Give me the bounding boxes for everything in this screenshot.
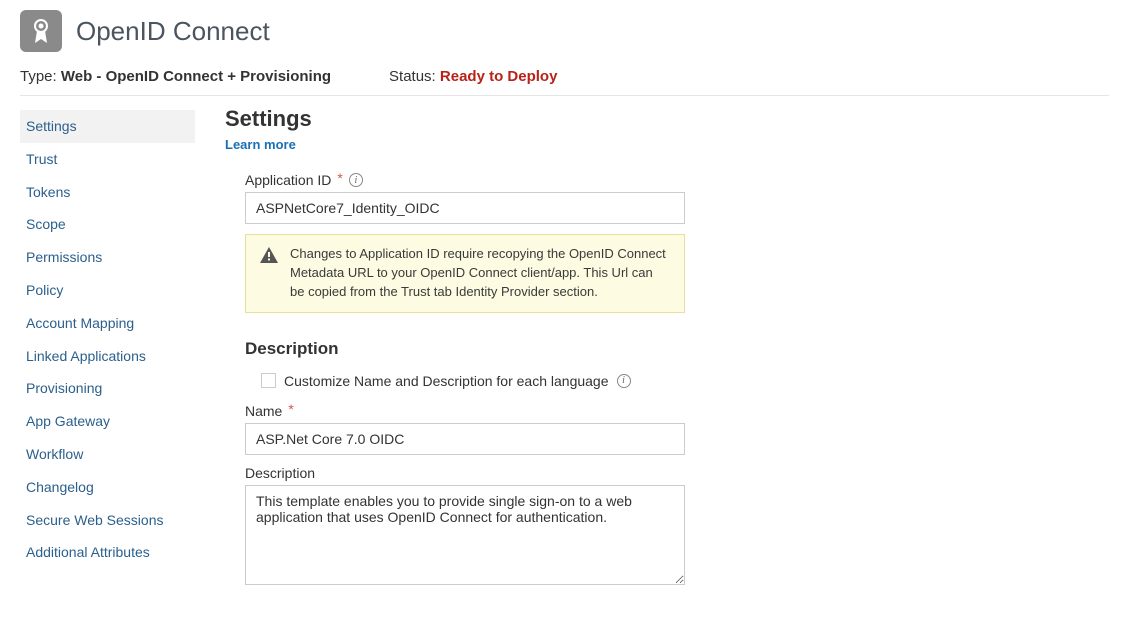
form-group-description: Description — [245, 465, 895, 588]
description-textarea[interactable] — [245, 485, 685, 585]
section-heading-settings: Settings — [225, 106, 895, 132]
customize-label: Customize Name and Description for each … — [284, 373, 609, 389]
page-title: OpenID Connect — [76, 16, 270, 47]
type-value: Web - OpenID Connect + Provisioning — [61, 68, 331, 85]
info-icon[interactable]: i — [617, 374, 631, 388]
sidebar-item-app-gateway[interactable]: App Gateway — [20, 405, 195, 438]
status-label: Status: — [389, 68, 436, 85]
status-value: Ready to Deploy — [440, 68, 558, 85]
content-area: Settings Learn more Application ID * i C… — [195, 96, 895, 598]
sidebar-item-linked-applications[interactable]: Linked Applications — [20, 340, 195, 373]
sidebar-item-policy[interactable]: Policy — [20, 274, 195, 307]
required-star-icon: * — [288, 401, 293, 417]
sidebar-item-permissions[interactable]: Permissions — [20, 241, 195, 274]
app-id-input[interactable] — [245, 192, 685, 224]
sidebar: Settings Trust Tokens Scope Permissions … — [20, 96, 195, 598]
type-label: Type: — [20, 68, 57, 85]
sidebar-item-additional-attributes[interactable]: Additional Attributes — [20, 536, 195, 569]
sidebar-item-tokens[interactable]: Tokens — [20, 176, 195, 209]
sidebar-item-trust[interactable]: Trust — [20, 143, 195, 176]
app-ribbon-icon — [20, 10, 62, 52]
sidebar-item-secure-web-sessions[interactable]: Secure Web Sessions — [20, 504, 195, 537]
warning-box: Changes to Application ID require recopy… — [245, 234, 685, 313]
form-group-name: Name * — [245, 403, 895, 455]
warning-text: Changes to Application ID require recopy… — [290, 245, 670, 302]
name-label: Name — [245, 403, 282, 419]
meta-row: Type: Web - OpenID Connect + Provisionin… — [20, 68, 1109, 85]
learn-more-link[interactable]: Learn more — [225, 137, 296, 152]
sidebar-item-scope[interactable]: Scope — [20, 208, 195, 241]
required-star-icon: * — [337, 170, 342, 186]
description-heading: Description — [245, 339, 895, 359]
sidebar-item-account-mapping[interactable]: Account Mapping — [20, 307, 195, 340]
info-icon[interactable]: i — [349, 173, 363, 187]
page-header: OpenID Connect — [20, 10, 1109, 52]
sidebar-item-settings[interactable]: Settings — [20, 110, 195, 143]
form-group-app-id: Application ID * i — [245, 172, 895, 224]
sidebar-item-provisioning[interactable]: Provisioning — [20, 372, 195, 405]
sidebar-item-changelog[interactable]: Changelog — [20, 471, 195, 504]
warning-icon — [260, 247, 278, 302]
sidebar-item-workflow[interactable]: Workflow — [20, 438, 195, 471]
app-id-label: Application ID — [245, 172, 331, 188]
customize-checkbox[interactable] — [261, 373, 276, 388]
description-label: Description — [245, 465, 315, 481]
name-input[interactable] — [245, 423, 685, 455]
